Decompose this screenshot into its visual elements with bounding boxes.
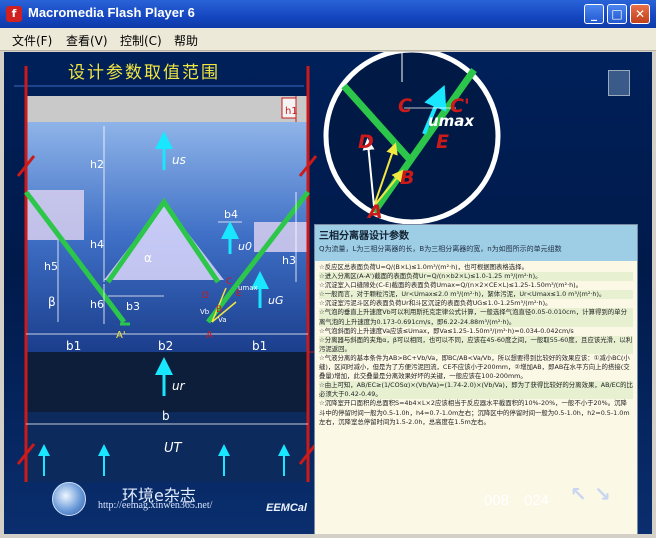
zoom-label-umax: umax bbox=[428, 112, 475, 130]
label-a-prime: A' bbox=[116, 330, 126, 341]
zoom-label-a: A bbox=[366, 201, 383, 223]
panel-line: ☆由上可知，AB/EC≥(1/COSα)×(Vb/Va)=(1.74-2.0)×… bbox=[319, 381, 633, 400]
flash-player-icon: f bbox=[6, 6, 22, 22]
panel-line: ☆分离器与斜面的夹角α，β可以相同，也可以不同，应该在45-60度之间，一般取5… bbox=[319, 335, 633, 354]
menu-file[interactable]: 文件(F) bbox=[12, 32, 52, 49]
menu-bar: 文件(F) 查看(V) 控制(C) 帮助 bbox=[0, 28, 656, 51]
zoom-label-c: C bbox=[398, 95, 412, 117]
label-b2: b2 bbox=[158, 339, 173, 353]
panel-line: ☆气泡的垂直上升速度Vb可以利用斯托克定律公式计算，一般选择气泡直径0.05-0… bbox=[319, 308, 633, 327]
label-h5: h5 bbox=[44, 260, 58, 273]
label-h6: h6 bbox=[90, 298, 104, 311]
panel-line: ☆沉降室开口面积的总面积S=4b4×L×2应该相当于反应器水平截面积的10%-2… bbox=[319, 399, 630, 426]
gas-space bbox=[26, 96, 308, 122]
label-beta: β bbox=[48, 295, 56, 309]
panel-line: ☆反应区总表面负荷U=Q/(B×L)≤1.0m³/(m²·h)，也可根据图表格选… bbox=[319, 263, 528, 271]
reaction-zone bbox=[26, 352, 308, 412]
small-label-va: Va bbox=[218, 316, 227, 324]
maximize-button[interactable]: □ bbox=[607, 4, 627, 24]
document-icon[interactable] bbox=[608, 70, 630, 96]
panel-line: ☆气泡斜面的上升速度Va应该≤Umax，即Va≤1.25-1.50m³/(m²·… bbox=[319, 326, 574, 335]
menu-control[interactable]: 控制(C) bbox=[120, 32, 162, 49]
label-b3: b3 bbox=[126, 300, 140, 313]
panel-subtitle: Q为流量，L为三相分离器的长，B为三相分离器的宽，n为如图所示的单元组数 bbox=[319, 245, 562, 253]
panel-header: 三相分离器设计参数 Q为流量，L为三相分离器的长，B为三相分离器的宽，n为如图所… bbox=[315, 225, 637, 261]
label-h2: h2 bbox=[90, 158, 104, 171]
label-b4: b4 bbox=[224, 208, 238, 221]
menu-view[interactable]: 查看(V) bbox=[66, 32, 108, 49]
small-label-b: B bbox=[216, 305, 222, 315]
eemag-logo-icon bbox=[52, 482, 86, 516]
label-ur: ur bbox=[172, 379, 186, 393]
eemcal-label: EEMCal bbox=[266, 502, 307, 514]
page-total: 024 bbox=[524, 492, 550, 509]
next-page-icon[interactable]: ↘ bbox=[594, 482, 616, 506]
label-h4: h4 bbox=[90, 238, 104, 251]
panel-line: ☆进入分离区(A-A')截面的表面负荷Ur=Q/(n×b2×L)≤1.0-1.2… bbox=[319, 272, 633, 282]
zoom-label-d: D bbox=[358, 131, 374, 153]
panel-title: 三相分离器设计参数 bbox=[319, 231, 409, 242]
small-label-c: C bbox=[226, 277, 232, 287]
label-b1-left: b1 bbox=[66, 339, 81, 353]
window-title: Macromedia Flash Player 6 bbox=[28, 5, 195, 20]
brand-url[interactable]: http://eemag.xinwen365.net/ bbox=[98, 500, 212, 511]
panel-line: ☆气液分离的基本条件为AB>BC+Vb/Va，即BC/AB<Va/Vb，所以想要… bbox=[319, 353, 630, 381]
minimize-button[interactable]: _ bbox=[584, 4, 604, 24]
flash-stage: 设计参数取值范围 h1 h2 h4 h5 h6 h3 b1 b2 b1 b3 b… bbox=[4, 52, 652, 534]
panel-body: ☆反应区总表面负荷U=Q/(B×L)≤1.0m³/(m²·h)，也可根据图表格选… bbox=[315, 261, 637, 427]
slide-title: 设计参数取值范围 bbox=[68, 63, 220, 83]
small-label-umax: umax bbox=[238, 284, 258, 292]
page-current: 008 bbox=[484, 492, 510, 509]
panel-line: ☆沉淀室入口缝隙处(C-E)截面的表面负荷Umax=Q/(n×2×CE×L)≤1… bbox=[319, 281, 583, 290]
label-ug: uG bbox=[268, 294, 284, 307]
zoom-label-e: E bbox=[436, 131, 449, 153]
panel-line: ☆一般而言，对于颗粒污泥，Ur<Umax≤2.0 m³/(m²·h)，絮体污泥，… bbox=[319, 290, 633, 300]
small-label-vb: Vb bbox=[200, 308, 210, 316]
label-us: us bbox=[172, 153, 186, 167]
label-u0: u0 bbox=[238, 240, 252, 253]
zoom-label-b: B bbox=[400, 167, 414, 189]
prev-page-icon[interactable]: ↖ bbox=[570, 482, 592, 506]
label-b1-right: b1 bbox=[252, 339, 267, 353]
label-alpha: α bbox=[144, 251, 152, 265]
label-b: b bbox=[162, 409, 170, 423]
label-ut: UT bbox=[164, 441, 183, 456]
label-h1: h1 bbox=[285, 106, 298, 117]
title-bar: f Macromedia Flash Player 6 _ □ ✕ bbox=[0, 0, 656, 28]
label-a-small: A bbox=[206, 330, 213, 341]
label-h3: h3 bbox=[282, 254, 296, 267]
small-label-d: D bbox=[202, 291, 209, 301]
menu-help[interactable]: 帮助 bbox=[174, 32, 198, 49]
close-button[interactable]: ✕ bbox=[630, 4, 650, 24]
